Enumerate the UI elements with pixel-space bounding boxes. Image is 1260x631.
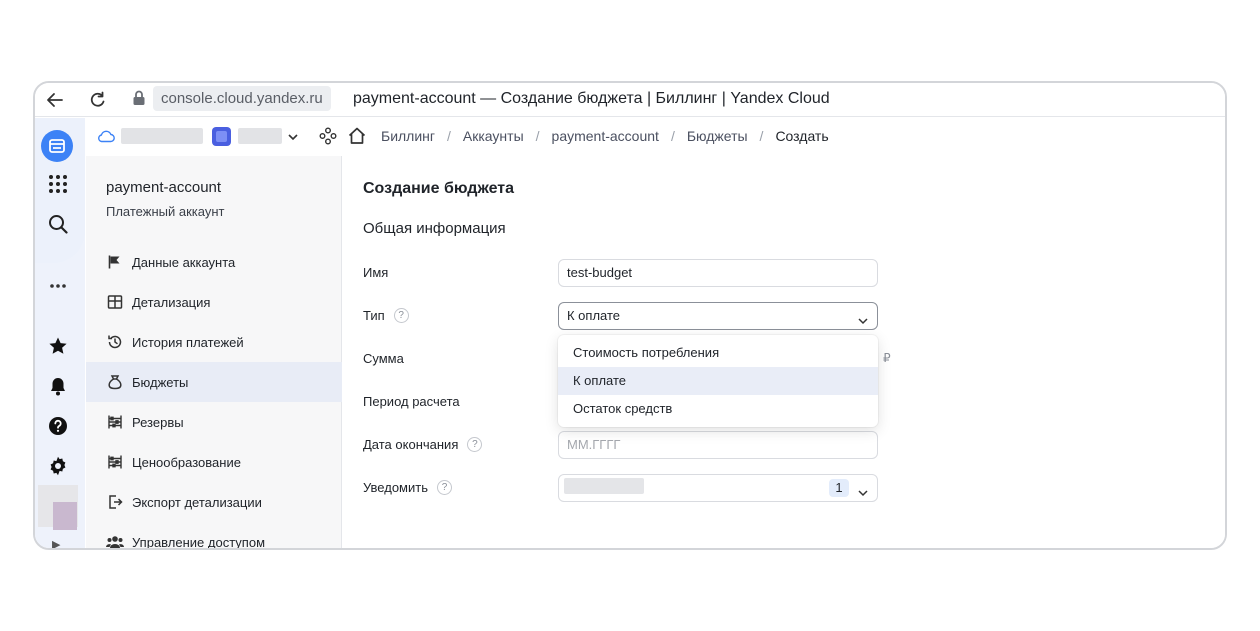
sidebar-item-label: Резервы — [132, 414, 184, 430]
sidebar-item-label: Управление доступом — [132, 534, 266, 550]
breadcrumb-budgets[interactable]: Бюджеты — [687, 128, 748, 144]
url-bar[interactable]: console.cloud.yandex.ru — [153, 86, 331, 111]
period-label: Период расчета — [363, 394, 460, 409]
star-icon[interactable] — [44, 332, 72, 360]
account-name: payment-account — [106, 179, 222, 196]
search-icon[interactable] — [44, 210, 72, 238]
back-icon[interactable] — [43, 88, 67, 112]
type-select[interactable]: К оплате — [558, 302, 878, 330]
breadcrumb-accounts[interactable]: Аккаунты — [463, 128, 524, 144]
flag-icon — [106, 253, 124, 271]
name-input-value: test-budget — [567, 265, 633, 280]
browser-window: console.cloud.yandex.ru payment-account … — [33, 81, 1227, 550]
expand-rail-icon[interactable]: ▶ — [52, 538, 60, 548]
page-tab-title: payment-account — Создание бюджета | Бил… — [353, 90, 830, 107]
type-option-consumption[interactable]: Стоимость потребления — [558, 339, 878, 367]
cloud-icon[interactable] — [97, 129, 115, 148]
cloud-name-redacted[interactable] — [121, 128, 203, 144]
breadcrumb: Биллинг / Аккаунты / payment-account / Б… — [381, 128, 829, 144]
app-rail: ▶ — [35, 118, 85, 548]
browser-toolbar: console.cloud.yandex.ru payment-account … — [35, 83, 1225, 117]
moneybag-icon — [106, 373, 124, 391]
sidebar-item-label: Бюджеты — [132, 374, 189, 390]
apps-grid-icon[interactable] — [44, 170, 72, 198]
bell-icon[interactable] — [44, 372, 72, 400]
notify-recipient-redacted — [564, 478, 644, 494]
chevron-down-icon — [857, 482, 869, 508]
lock-icon — [131, 89, 147, 112]
chevron-down-icon[interactable] — [287, 130, 299, 148]
period-label-text: Период расчета — [363, 394, 460, 409]
type-label-text: Тип — [363, 308, 385, 323]
breadcrumb-separator: / — [670, 128, 675, 144]
folder-color-icon — [212, 127, 231, 146]
user-avatar-blur — [53, 502, 77, 530]
sidebar-item-reserves[interactable]: Резервы — [86, 402, 342, 442]
notify-label-text: Уведомить — [363, 480, 428, 495]
end-date-label: Дата окончания ? — [363, 437, 483, 452]
chevron-down-icon — [857, 310, 869, 336]
sum-label: Сумма — [363, 351, 404, 366]
type-option-to-pay[interactable]: К оплате — [558, 367, 878, 395]
help-icon[interactable] — [44, 412, 72, 440]
top-navigation: Биллинг / Аккаунты / payment-account / Б… — [85, 118, 1225, 156]
currency-symbol: ₽ — [883, 351, 891, 365]
type-dropdown-menu: Стоимость потребления К оплате Остаток с… — [558, 335, 878, 427]
sidebar-item-budgets[interactable]: Бюджеты — [86, 362, 342, 402]
sidebar-item-pricing[interactable]: Ценообразование — [86, 442, 342, 482]
breadcrumb-separator: / — [535, 128, 540, 144]
sidebar-item-label: Детализация — [132, 294, 211, 310]
sidebar-item-label: Ценообразование — [132, 454, 241, 470]
sidebar-item-access-management[interactable]: Управление доступом — [86, 522, 342, 550]
breadcrumb-separator: / — [447, 128, 451, 144]
budget-form: Создание бюджета Общая информация Имя te… — [343, 156, 1225, 548]
reload-icon[interactable] — [86, 88, 110, 112]
breadcrumb-separator: / — [759, 128, 764, 144]
sum-label-text: Сумма — [363, 351, 404, 366]
abacus-icon — [106, 413, 124, 431]
notify-label: Уведомить ? — [363, 480, 452, 495]
name-label: Имя — [363, 265, 388, 280]
type-select-value: К оплате — [567, 308, 621, 323]
sidebar-item-label: Экспорт детализации — [132, 494, 262, 510]
name-label-text: Имя — [363, 265, 389, 280]
name-input[interactable]: test-budget — [558, 259, 878, 287]
type-option-balance[interactable]: Остаток средств — [558, 395, 878, 423]
history-icon — [106, 333, 124, 351]
sidebar-item-label: Данные аккаунта — [132, 254, 236, 270]
breadcrumb-billing[interactable]: Биллинг — [381, 128, 435, 144]
breadcrumb-create: Создать — [775, 128, 829, 144]
notify-count-badge: 1 — [829, 479, 849, 497]
users-icon — [106, 533, 124, 548]
settings-gear-icon[interactable] — [44, 452, 72, 480]
breadcrumb-payment-account[interactable]: payment-account — [552, 128, 659, 144]
section-title: Общая информация — [363, 220, 506, 237]
billing-icon[interactable] — [41, 130, 73, 162]
help-icon[interactable]: ? — [467, 437, 483, 452]
notify-select[interactable]: 1 — [558, 474, 878, 502]
more-icon[interactable] — [44, 272, 72, 300]
billing-sidebar: payment-account Платежный аккаунт Данные… — [86, 156, 342, 550]
resource-graph-icon[interactable] — [319, 127, 337, 150]
help-icon[interactable]: ? — [393, 308, 409, 323]
sidebar-item-payment-history[interactable]: История платежей — [86, 322, 342, 362]
export-icon — [106, 493, 124, 511]
home-icon[interactable] — [347, 126, 367, 151]
account-type: Платежный аккаунт — [106, 204, 225, 219]
table-icon — [106, 293, 124, 311]
end-date-input[interactable]: ММ.ГГГГ — [558, 431, 878, 459]
page-title: Создание бюджета — [363, 180, 515, 197]
sidebar-item-label: История платежей — [132, 334, 244, 350]
sidebar-item-export-details[interactable]: Экспорт детализации — [86, 482, 342, 522]
end-date-label-text: Дата окончания — [363, 437, 459, 452]
sidebar-item-account-data[interactable]: Данные аккаунта — [86, 242, 342, 282]
end-date-placeholder: ММ.ГГГГ — [567, 437, 621, 452]
abacus-icon — [106, 453, 124, 471]
sidebar-item-details[interactable]: Детализация — [86, 282, 342, 322]
help-icon[interactable]: ? — [436, 480, 452, 495]
type-label: Тип ? — [363, 308, 409, 323]
folder-name-redacted[interactable] — [238, 128, 282, 144]
